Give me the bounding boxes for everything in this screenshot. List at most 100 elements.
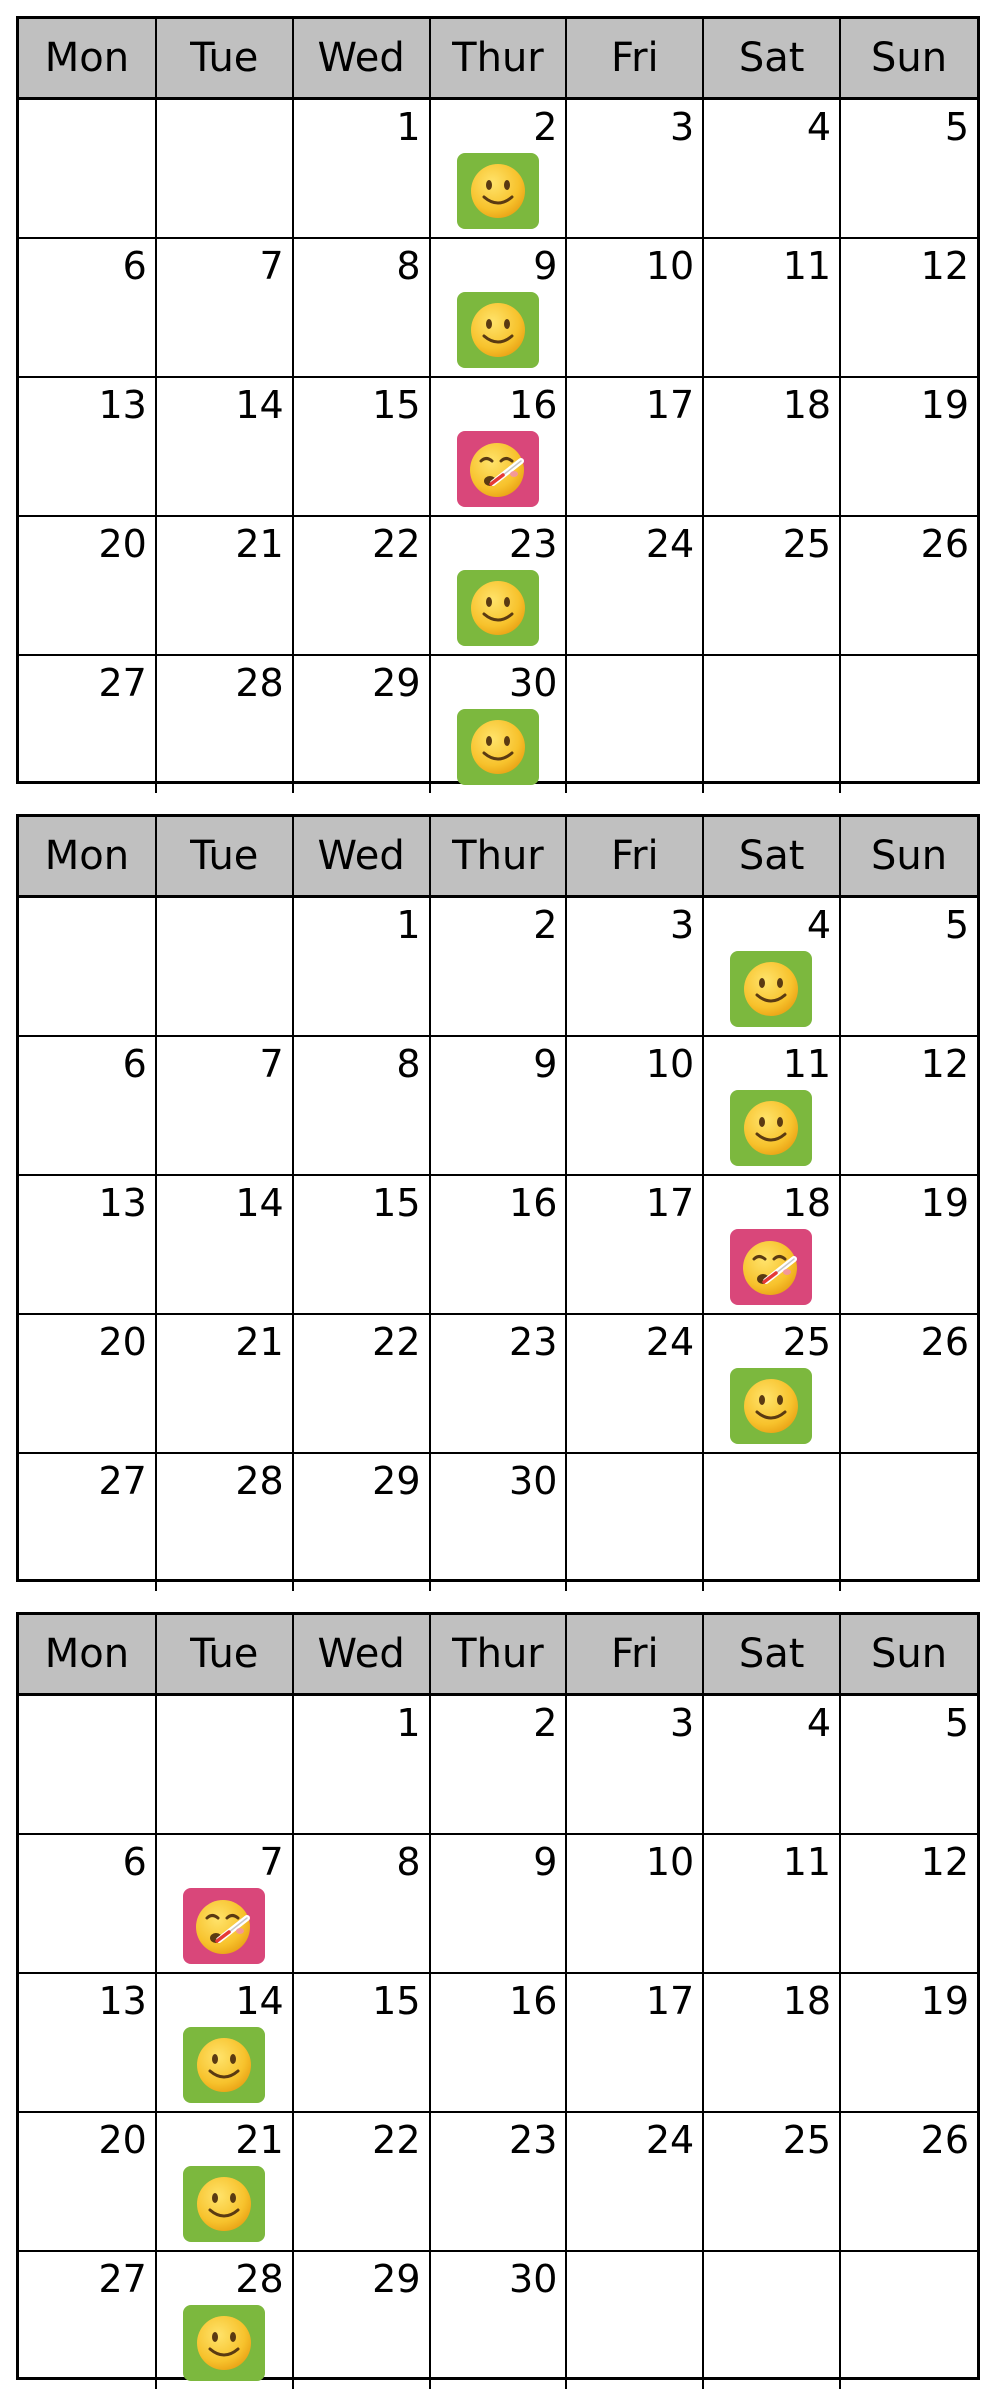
day-cell[interactable]: 16 (429, 1175, 568, 1315)
day-cell[interactable]: 28 (155, 2251, 294, 2389)
day-cell[interactable]: 29 (292, 655, 431, 793)
day-cell[interactable]: 17 (566, 377, 705, 517)
day-number: 22 (372, 1320, 421, 1364)
day-cell[interactable]: 26 (840, 2112, 977, 2252)
day-cell[interactable]: 7 (155, 1036, 294, 1176)
day-cell[interactable]: 6 (19, 1834, 157, 1974)
day-cell[interactable]: 4 (703, 98, 842, 239)
day-cell[interactable]: 15 (292, 1973, 431, 2113)
day-cell[interactable]: 13 (19, 1175, 157, 1315)
week-row: 27 28 29 30 (19, 655, 977, 793)
day-cell[interactable]: 26 (840, 516, 977, 656)
day-cell[interactable]: 30 (429, 1453, 568, 1591)
day-cell[interactable]: 13 (19, 1973, 157, 2113)
day-cell[interactable]: 3 (566, 98, 705, 239)
day-cell[interactable]: 5 (840, 1694, 977, 1835)
day-cell[interactable]: 8 (292, 1834, 431, 1974)
day-cell[interactable]: 19 (840, 377, 977, 517)
day-cell[interactable]: 16 (429, 377, 568, 517)
day-cell[interactable]: 8 (292, 238, 431, 378)
day-number: 30 (509, 661, 558, 705)
day-cell[interactable]: 12 (840, 1036, 977, 1176)
day-cell[interactable]: 14 (155, 377, 294, 517)
day-cell[interactable]: 7 (155, 1834, 294, 1974)
day-cell[interactable]: 13 (19, 377, 157, 517)
day-cell[interactable]: 19 (840, 1973, 977, 2113)
day-cell[interactable]: 26 (840, 1314, 977, 1454)
day-cell[interactable]: 22 (292, 516, 431, 656)
day-cell[interactable]: 24 (566, 2112, 705, 2252)
day-cell[interactable]: 30 (429, 655, 568, 793)
day-cell[interactable]: 9 (429, 1036, 568, 1176)
day-cell[interactable]: 12 (840, 238, 977, 378)
day-cell[interactable]: 8 (292, 1036, 431, 1176)
day-cell[interactable]: 25 (703, 1314, 842, 1454)
day-cell[interactable]: 6 (19, 238, 157, 378)
day-cell[interactable]: 7 (155, 238, 294, 378)
day-cell[interactable]: 27 (19, 1453, 157, 1591)
day-cell[interactable]: 4 (703, 1694, 842, 1835)
day-cell[interactable]: 29 (292, 1453, 431, 1591)
day-cell[interactable]: 21 (155, 516, 294, 656)
day-cell[interactable]: 18 (703, 1175, 842, 1315)
day-cell[interactable]: 10 (566, 238, 705, 378)
day-cell[interactable]: 9 (429, 238, 568, 378)
day-cell[interactable]: 28 (155, 655, 294, 793)
day-cell[interactable]: 21 (155, 2112, 294, 2252)
day-cell[interactable]: 20 (19, 2112, 157, 2252)
day-cell[interactable]: 9 (429, 1834, 568, 1974)
day-number: 2 (533, 105, 558, 149)
day-cell[interactable]: 11 (703, 1036, 842, 1176)
day-cell[interactable]: 2 (429, 98, 568, 239)
day-cell[interactable]: 23 (429, 2112, 568, 2252)
day-cell[interactable]: 19 (840, 1175, 977, 1315)
day-cell[interactable]: 11 (703, 1834, 842, 1974)
day-cell[interactable]: 11 (703, 238, 842, 378)
day-cell[interactable]: 20 (19, 1314, 157, 1454)
day-cell[interactable]: 16 (429, 1973, 568, 2113)
day-cell[interactable]: 3 (566, 1694, 705, 1835)
day-cell[interactable]: 2 (429, 1694, 568, 1835)
day-number: 22 (372, 2118, 421, 2162)
day-number: 20 (98, 522, 147, 566)
day-cell[interactable]: 25 (703, 516, 842, 656)
day-cell[interactable]: 1 (292, 1694, 431, 1835)
day-cell[interactable]: 24 (566, 1314, 705, 1454)
day-cell[interactable]: 25 (703, 2112, 842, 2252)
day-cell[interactable]: 18 (703, 377, 842, 517)
day-cell[interactable]: 10 (566, 1834, 705, 1974)
day-cell[interactable]: 17 (566, 1973, 705, 2113)
week-row: 20 21 22 23 24 25 26 (19, 516, 977, 656)
day-cell[interactable]: 2 (429, 896, 568, 1037)
day-cell[interactable]: 10 (566, 1036, 705, 1176)
day-cell[interactable]: 23 (429, 516, 568, 656)
day-cell[interactable]: 3 (566, 896, 705, 1037)
day-cell[interactable]: 20 (19, 516, 157, 656)
day-cell[interactable]: 17 (566, 1175, 705, 1315)
day-cell[interactable]: 4 (703, 896, 842, 1037)
day-cell[interactable]: 23 (429, 1314, 568, 1454)
day-cell[interactable]: 5 (840, 896, 977, 1037)
day-cell[interactable]: 15 (292, 377, 431, 517)
day-cell[interactable]: 14 (155, 1175, 294, 1315)
day-cell[interactable]: 14 (155, 1973, 294, 2113)
day-cell[interactable]: 29 (292, 2251, 431, 2389)
day-number: 21 (235, 522, 284, 566)
day-cell[interactable]: 22 (292, 2112, 431, 2252)
day-number: 23 (509, 522, 558, 566)
day-cell[interactable]: 5 (840, 98, 977, 239)
day-cell[interactable]: 24 (566, 516, 705, 656)
day-cell[interactable]: 1 (292, 98, 431, 239)
day-cell[interactable]: 12 (840, 1834, 977, 1974)
day-cell[interactable]: 22 (292, 1314, 431, 1454)
day-cell[interactable]: 15 (292, 1175, 431, 1315)
day-cell[interactable]: 27 (19, 655, 157, 793)
day-cell[interactable]: 18 (703, 1973, 842, 2113)
day-cell[interactable]: 30 (429, 2251, 568, 2389)
day-cell[interactable]: 1 (292, 896, 431, 1037)
day-cell[interactable]: 21 (155, 1314, 294, 1454)
day-number: 20 (98, 1320, 147, 1364)
day-cell[interactable]: 27 (19, 2251, 157, 2389)
day-cell[interactable]: 28 (155, 1453, 294, 1591)
day-cell[interactable]: 6 (19, 1036, 157, 1176)
